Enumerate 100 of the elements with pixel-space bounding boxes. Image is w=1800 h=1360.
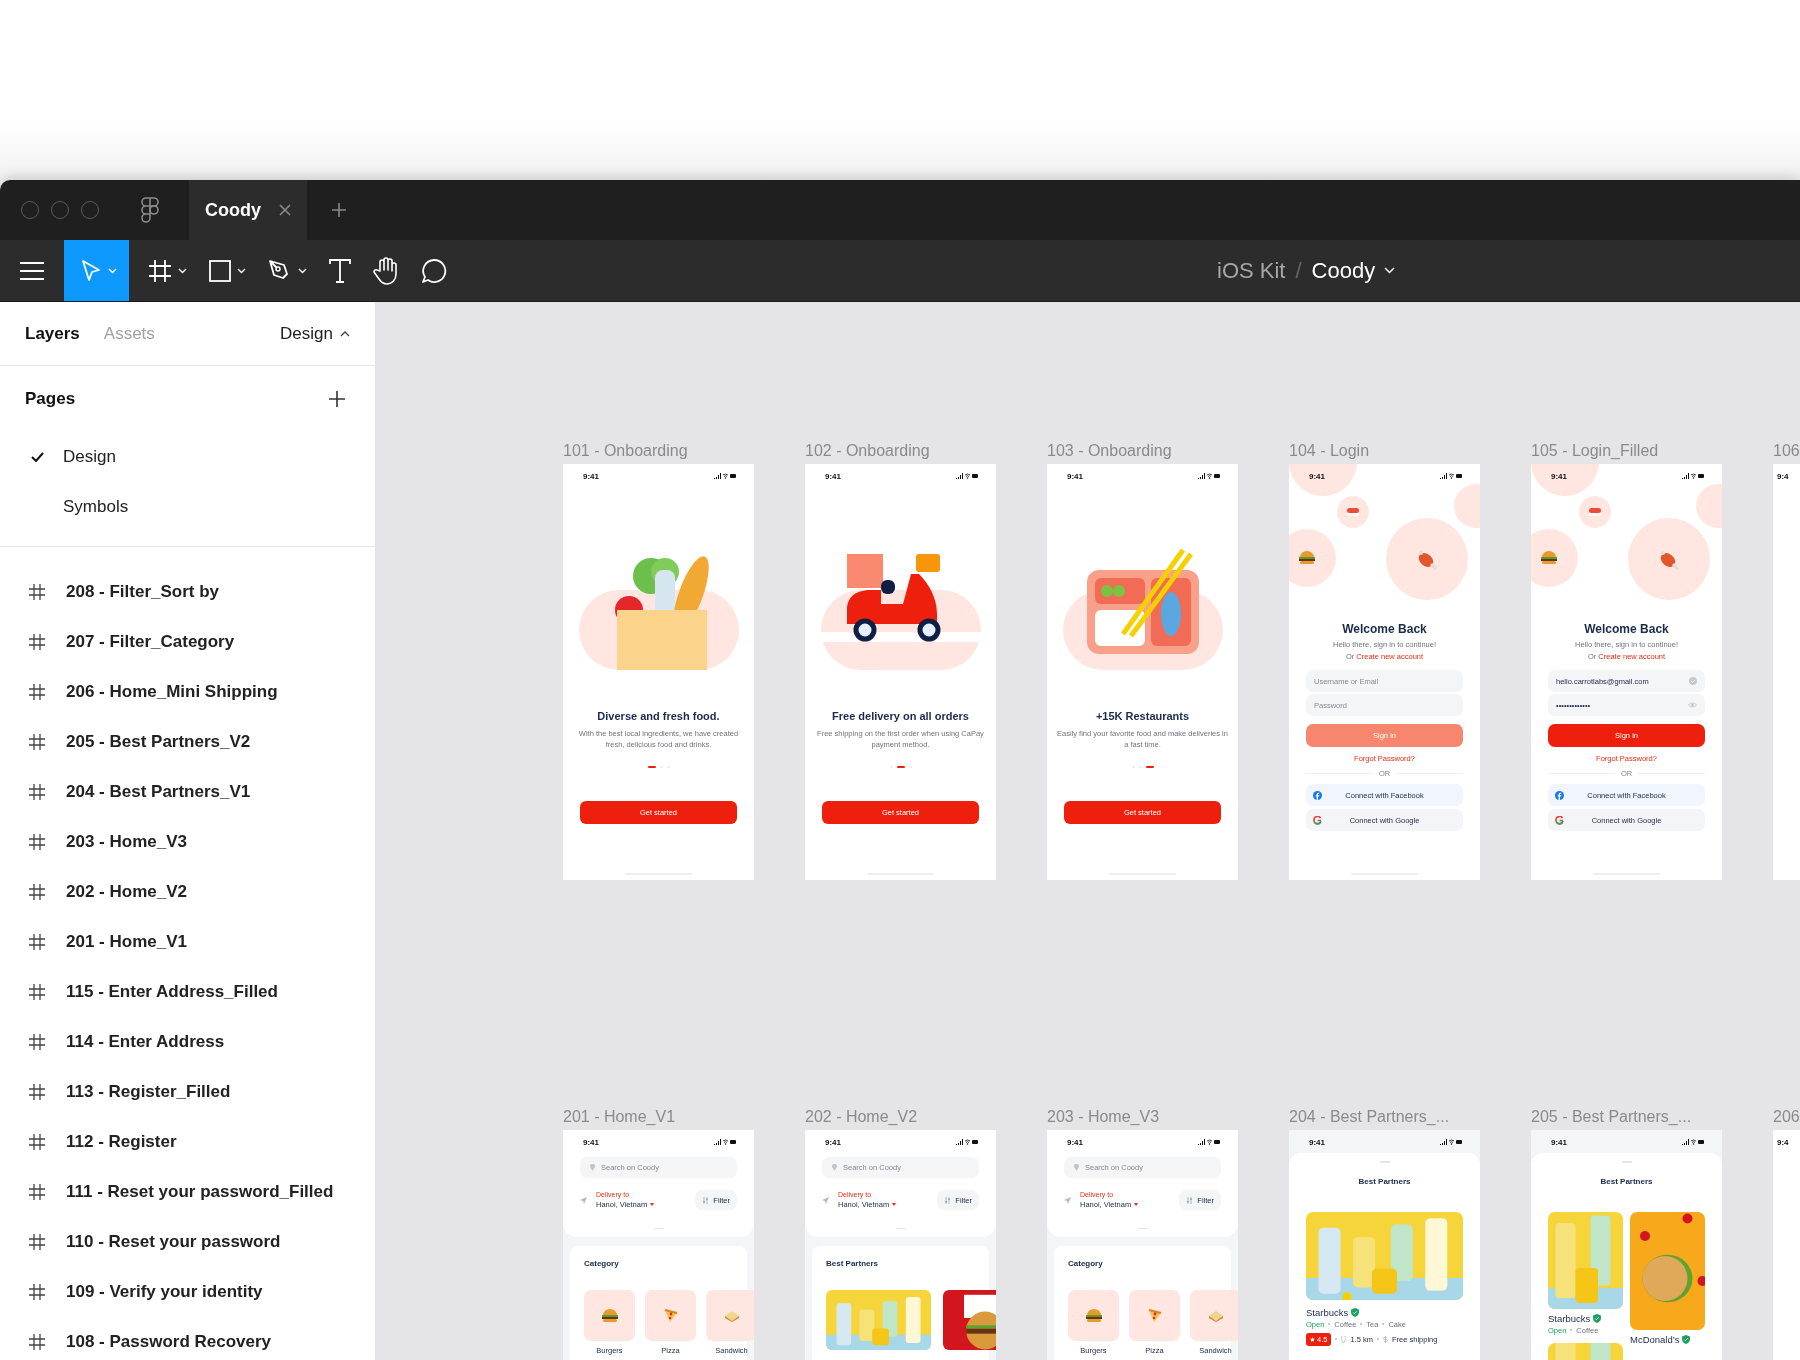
- sushi-icon: [1347, 508, 1359, 516]
- caret-icon: [892, 1203, 897, 1206]
- layer-item[interactable]: 207 - Filter_Category: [0, 617, 375, 667]
- sliders-icon: [944, 1196, 952, 1204]
- design-dropdown[interactable]: Design: [280, 323, 350, 344]
- layer-name: 110 - Reset your password: [66, 1232, 281, 1252]
- section-title: Category: [1068, 1259, 1104, 1268]
- navigation-arrow-icon: [580, 1196, 587, 1204]
- sliders-icon: [1186, 1196, 1194, 1204]
- google-icon: [1313, 815, 1322, 825]
- layer-item[interactable]: 111 - Reset your password_Filled: [0, 1167, 375, 1217]
- layer-item[interactable]: 109 - Verify your identity: [0, 1267, 375, 1317]
- category-tile[interactable]: [645, 1290, 696, 1341]
- layer-item[interactable]: 110 - Reset your password: [0, 1217, 375, 1267]
- caret-icon: [237, 267, 246, 274]
- status-time: 9:41: [825, 1137, 841, 1147]
- sandwich-icon: [1207, 1309, 1224, 1322]
- text-tool-icon: [329, 258, 351, 283]
- hash-icon: [29, 1334, 45, 1350]
- layer-item[interactable]: 115 - Enter Address_Filled: [0, 967, 375, 1017]
- hash-icon: [29, 1284, 45, 1300]
- layer-item[interactable]: 202 - Home_V2: [0, 867, 375, 917]
- plus-icon[interactable]: [331, 202, 347, 218]
- app-logo-icon[interactable]: [141, 197, 159, 223]
- plus-icon[interactable]: [328, 390, 346, 408]
- layer-item[interactable]: 205 - Best Partners_V2: [0, 717, 375, 767]
- status-time: 9:41: [1309, 1137, 1325, 1147]
- menu-icon[interactable]: [20, 261, 44, 280]
- caret-icon: [650, 1203, 655, 1206]
- layer-item[interactable]: 206 - Home_Mini Shipping: [0, 667, 375, 717]
- panel-tab[interactable]: Layers: [25, 323, 80, 344]
- category-tile[interactable]: [1190, 1290, 1238, 1341]
- status-icons-icon: [1682, 473, 1704, 479]
- status-time: 9:4: [1777, 471, 1789, 481]
- layer-item[interactable]: 203 - Home_V3: [0, 817, 375, 867]
- status-icons-icon: [1198, 1139, 1220, 1145]
- layer-item[interactable]: 112 - Register: [0, 1117, 375, 1167]
- hash-icon: [29, 1134, 45, 1150]
- category-tile[interactable]: [1129, 1290, 1180, 1341]
- layer-name: 202 - Home_V2: [66, 882, 187, 902]
- layer-item[interactable]: 201 - Home_V1: [0, 917, 375, 967]
- layer-item[interactable]: 114 - Enter Address: [0, 1017, 375, 1067]
- layer-name: 115 - Enter Address_Filled: [66, 982, 278, 1002]
- status-icons-icon: [1440, 1139, 1462, 1145]
- partner-name[interactable]: Starbucks: [1548, 1312, 1591, 1324]
- hash-icon: [29, 784, 45, 800]
- category-tile[interactable]: [584, 1290, 635, 1341]
- caret-icon: [178, 267, 187, 274]
- status-icons-icon: [1682, 1139, 1704, 1145]
- burger-icon: [1085, 1308, 1102, 1323]
- layer-name: 206 - Home_Mini Shipping: [66, 682, 278, 702]
- status-icons-icon: [956, 473, 978, 479]
- eye-icon[interactable]: [1688, 702, 1697, 708]
- page-item[interactable]: Design: [0, 432, 375, 482]
- layer-item[interactable]: 113 - Register_Filled: [0, 1067, 375, 1117]
- layer-name: 201 - Home_V1: [66, 932, 187, 952]
- hash-icon: [29, 684, 45, 700]
- welcome-title: Welcome Back: [1342, 622, 1427, 636]
- google-icon: [1555, 815, 1564, 825]
- layer-item[interactable]: 208 - Filter_Sort by: [0, 567, 375, 617]
- partner-name[interactable]: McDonald’s: [1630, 1333, 1680, 1345]
- layer-name: 112 - Register: [66, 1132, 177, 1152]
- meat-icon: [1416, 548, 1438, 570]
- hash-icon: [29, 984, 45, 1000]
- caret-icon: [1134, 1203, 1139, 1206]
- sandwich-icon: [723, 1309, 740, 1322]
- status-icons-icon: [714, 1139, 736, 1145]
- status-time: 9:41: [1551, 471, 1567, 481]
- close-icon[interactable]: [279, 204, 291, 216]
- navigation-arrow-icon: [1064, 1196, 1071, 1204]
- file-tab[interactable]: Coody: [189, 180, 307, 240]
- status-time: 9:41: [583, 1137, 599, 1147]
- partner-name[interactable]: Starbucks: [1306, 1306, 1349, 1318]
- status-icons-icon: [1440, 473, 1462, 479]
- pizza-slice-icon: [663, 1308, 678, 1323]
- check-circle-icon: [1689, 677, 1697, 685]
- page-item[interactable]: Symbols: [0, 482, 375, 532]
- status-time: 9:41: [1067, 1137, 1083, 1147]
- caret-icon: [108, 267, 117, 274]
- move-tool-button[interactable]: [64, 240, 129, 301]
- category-tile[interactable]: [706, 1290, 754, 1341]
- facebook-icon: [1555, 790, 1564, 800]
- welcome-title: Welcome Back: [1584, 622, 1669, 636]
- onboarding-title: Diverse and fresh food.: [597, 710, 720, 722]
- breadcrumb-separator: /: [1295, 257, 1302, 284]
- layer-item[interactable]: 108 - Password Recovery: [0, 1317, 375, 1360]
- hash-icon: [29, 1184, 45, 1200]
- meat-icon: [1658, 548, 1680, 570]
- pages-heading: Pages: [25, 389, 76, 409]
- star-icon: [1310, 1336, 1315, 1342]
- file-name-dropdown[interactable]: Coody: [1311, 257, 1396, 284]
- layer-item[interactable]: 204 - Best Partners_V1: [0, 767, 375, 817]
- status-icons-icon: [714, 473, 736, 479]
- hash-icon: [29, 1234, 45, 1250]
- project-name[interactable]: iOS Kit: [1217, 257, 1286, 284]
- sliders-icon: [702, 1196, 710, 1204]
- status-time: 9:41: [1067, 471, 1083, 481]
- hash-icon: [148, 258, 172, 283]
- category-tile[interactable]: [1068, 1290, 1119, 1341]
- status-time: 9:41: [1551, 1137, 1567, 1147]
